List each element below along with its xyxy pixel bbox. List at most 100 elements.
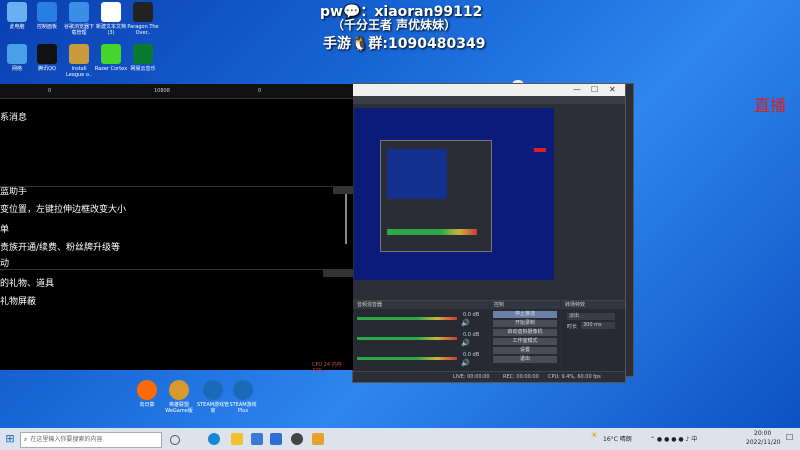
desktop-icon-7[interactable]: Install League o.. [62, 44, 96, 78]
desktop-app-icon [133, 44, 153, 64]
edge-icon[interactable] [208, 433, 220, 445]
mixer-channel[interactable]: 0.0 dB 🔊 [357, 332, 485, 347]
desktop-dock-app-2[interactable]: STEAM游戏管家 [196, 380, 230, 414]
desktop-icon-8[interactable]: Razer Cortex [94, 44, 128, 72]
desktop-app-icon [133, 2, 153, 22]
weather-text[interactable]: 16°C 晴朗 [603, 434, 632, 443]
control-button-4[interactable]: 设置 [493, 347, 557, 354]
desktop-icon-label: 网易云音乐 [130, 66, 156, 72]
controls-dock[interactable]: 控制 停止推流开始录制启动虚拟摄像机 工作室模式设置退出 [490, 300, 560, 375]
tray-icons[interactable]: ⌃ ● ● ● ● ♪ 中 [650, 434, 697, 443]
duration-input[interactable]: 300 ms [581, 322, 615, 329]
desktop-icon-2[interactable]: 谷歌浏览器下载管理 [62, 2, 96, 36]
maximize-button[interactable]: ☐ [591, 85, 598, 95]
dock-header-controls: 控制 [490, 301, 560, 309]
dock-app-label: STEAM游戏管家 [196, 402, 230, 414]
desktop-dock-app-0[interactable]: 向日葵 [130, 380, 164, 408]
nested-preview-inner [387, 149, 447, 199]
control-button-0[interactable]: 停止推流 [493, 311, 557, 318]
control-button-5[interactable]: 退出 [493, 356, 557, 363]
stat-0: 0 [48, 88, 52, 94]
clock-date[interactable]: 2022/11/20 [746, 439, 781, 446]
panel-line: 贵族开通/续费、粉丝牌升级等 [0, 243, 121, 253]
nested-preview-window [380, 140, 492, 252]
transition-select[interactable]: 淡出 [567, 313, 615, 320]
clock-time[interactable]: 20:00 [754, 430, 771, 437]
app-icon [137, 380, 157, 400]
panel-line: 的礼物、道具 [0, 279, 55, 289]
weather-icon[interactable]: ☀ [590, 431, 598, 441]
taskbar: ⊞ ⌕ 在这里输入你要搜索的内容 ☀ 16°C 晴朗 ⌃ ● ● ● ● ♪ 中 … [0, 428, 800, 450]
desktop-icon-1[interactable]: 控制面板 [30, 2, 64, 30]
desktop-app-icon [101, 2, 121, 22]
panel-cpu-text: CPU 24 内存 42% [312, 362, 342, 374]
desktop-app-icon [69, 44, 89, 64]
close-button[interactable]: ✕ [609, 85, 616, 95]
overlay-subtitle: （千分王者 声优妹妹） [332, 18, 457, 32]
stat-1: 10808 [154, 88, 170, 94]
desktop-icon-3[interactable]: 新建文本文档(3) [94, 2, 128, 36]
live-assistant-panel[interactable]: 0 10808 0 系消息 蓝助手 变位置，左键拉伸边框改变大小单贵族开通/续费、粉… [0, 84, 353, 374]
speaker-icon[interactable]: 🔊 [461, 339, 470, 347]
panel-line: 礼物屏蔽 [0, 297, 37, 307]
desktop-icon-9[interactable]: 网易云音乐 [126, 44, 160, 72]
desktop-icon-6[interactable]: 腾讯QQ [30, 44, 64, 72]
speaker-icon[interactable]: 🔊 [461, 319, 470, 327]
stat-2: 0 [258, 88, 262, 94]
desktop-icon-label: Paragon The Over.. [127, 24, 159, 36]
desktop-app-icon [37, 44, 57, 64]
overlay-group-text: 手游🐧群:1090480349 [323, 36, 486, 52]
start-button[interactable]: ⊞ [4, 433, 16, 445]
minimize-button[interactable]: — [573, 85, 581, 95]
control-button-2[interactable]: 启动虚拟摄像机 [493, 329, 557, 336]
panel-line: 单 [0, 225, 10, 235]
desktop-icon-0[interactable]: 此电脑 [0, 2, 34, 30]
taskbar-search[interactable]: ⌕ 在这里输入你要搜索的内容 [20, 432, 162, 448]
control-button-1[interactable]: 开始录制 [493, 320, 557, 327]
speaker-icon[interactable]: 🔊 [461, 359, 470, 367]
dock-app-label: 向日葵 [139, 402, 155, 408]
panel-scrollbar[interactable] [345, 194, 347, 244]
desktop-icon-label: 谷歌浏览器下载管理 [63, 24, 94, 36]
store-icon[interactable] [251, 433, 263, 445]
desktop-icon-label: 控制面板 [36, 24, 57, 30]
desktop-app-icon [101, 44, 121, 64]
transitions-dock[interactable]: 转场特效 淡出 时长 300 ms [561, 300, 625, 375]
right-edge-text: 直播 [754, 96, 787, 115]
panel-divider-bottom [0, 269, 326, 270]
meter-db-label: 0.0 dB [463, 332, 480, 338]
control-button-3[interactable]: 工作室模式 [493, 338, 557, 345]
obs-menubar[interactable] [353, 96, 625, 104]
task-view-icon[interactable] [170, 435, 180, 445]
panel-divider-top [0, 186, 332, 187]
app-icon [203, 380, 223, 400]
dock-app-label: STEAM游戏Plus [229, 402, 257, 414]
notification-icon[interactable]: ☐ [786, 433, 793, 442]
audio-mixer-dock[interactable]: 音频混音器 0.0 dB 🔊 0.0 dB 🔊 0.0 dB 🔊 [353, 300, 489, 375]
panel-line: 系消息 [0, 113, 28, 123]
app-taskbar-icon[interactable] [312, 433, 324, 445]
mixer-channel[interactable]: 0.0 dB 🔊 [357, 312, 485, 327]
desktop-app-icon [7, 44, 27, 64]
obs-preview[interactable] [354, 108, 554, 280]
desktop-app-icon [7, 2, 27, 22]
desktop-dock-app-3[interactable]: STEAM游戏Plus [226, 380, 260, 414]
search-icon: ⌕ [24, 436, 28, 443]
file-explorer-icon[interactable] [231, 433, 243, 445]
volume-meter [357, 337, 457, 340]
desktop-icon-5[interactable]: 网络 [0, 44, 34, 72]
obs-titlebar[interactable]: — ☐ ✕ [353, 84, 625, 96]
mail-icon[interactable] [270, 433, 282, 445]
desktop-icon-4[interactable]: Paragon The Over.. [126, 2, 160, 36]
desktop-icon-label: 网络 [11, 66, 22, 72]
obs-taskbar-icon[interactable] [291, 433, 303, 445]
obs-window[interactable]: — ☐ ✕ 音频混音器 0.0 dB 🔊 0.0 dB 🔊 0.0 dB 🔊 控制 停止推… [352, 83, 626, 383]
desktop-dock-app-1[interactable]: 英雄联盟WeGame版 [162, 380, 196, 414]
panel-side-button-2[interactable] [323, 269, 353, 277]
panel-side-button[interactable] [333, 186, 353, 194]
search-placeholder: 在这里输入你要搜索的内容 [30, 436, 103, 443]
meter-db-label: 0.0 dB [463, 352, 480, 358]
mixer-channel[interactable]: 0.0 dB 🔊 [357, 352, 485, 367]
desktop-icon-label: 此电脑 [9, 24, 25, 30]
duration-label: 时长 [567, 324, 578, 330]
